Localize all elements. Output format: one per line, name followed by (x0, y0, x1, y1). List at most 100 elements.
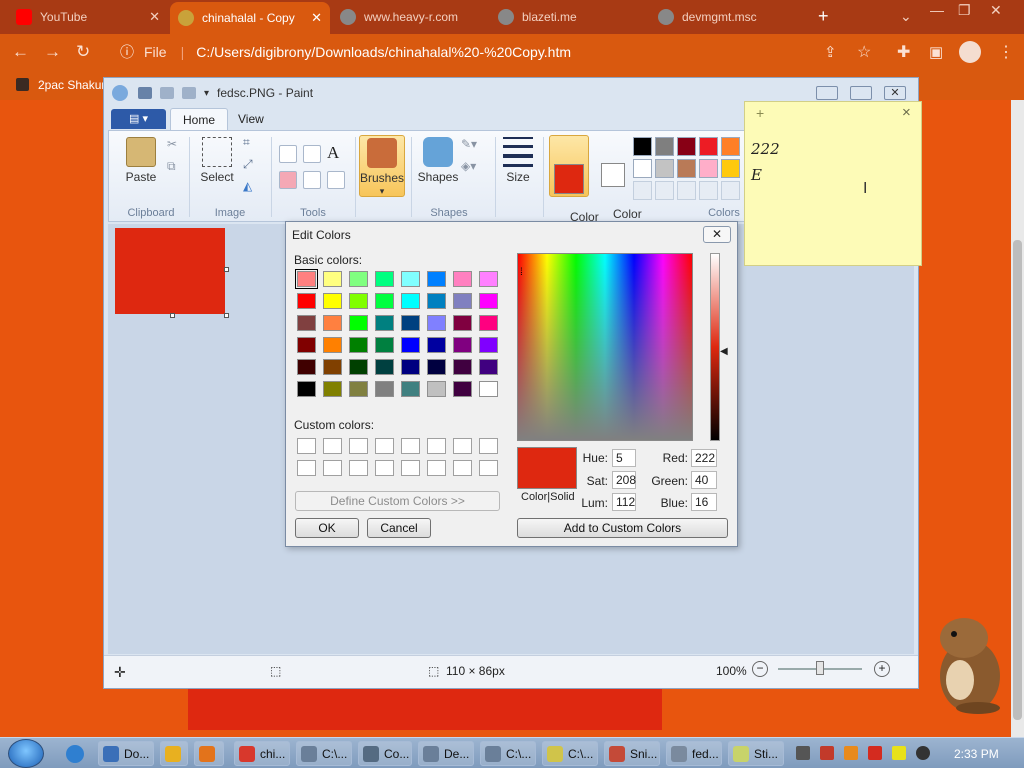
basic-color-swatch[interactable] (453, 293, 472, 309)
palette-swatch[interactable] (655, 159, 674, 178)
basic-color-swatch[interactable] (297, 359, 316, 375)
custom-color-swatch[interactable] (453, 460, 472, 476)
palette-swatch[interactable] (633, 137, 652, 156)
palette-swatch[interactable] (655, 137, 674, 156)
taskbar-button[interactable]: Sti... (728, 741, 784, 766)
tray-icon[interactable] (844, 746, 858, 760)
green-field[interactable]: 40 (691, 471, 717, 489)
zoom-out-button[interactable]: − (752, 661, 768, 677)
custom-color-swatch[interactable] (349, 460, 368, 476)
internet-explorer-icon[interactable] (66, 745, 84, 763)
tray-icon[interactable] (892, 746, 906, 760)
pencil-icon[interactable] (279, 145, 297, 163)
add-note-button[interactable]: + (756, 105, 764, 121)
basic-color-swatch[interactable] (479, 359, 498, 375)
basic-color-swatch[interactable] (323, 337, 342, 353)
save-icon[interactable] (138, 87, 152, 99)
tab-devmgmt[interactable]: devmgmt.msc (650, 4, 804, 30)
custom-color-swatch[interactable] (375, 438, 394, 454)
basic-color-swatch[interactable] (297, 337, 316, 353)
address-url[interactable]: C:/Users/digibrony/Downloads/chinahalal%… (196, 44, 571, 60)
flag-icon[interactable] (868, 746, 882, 760)
palette-empty-swatch[interactable] (655, 181, 674, 200)
new-tab-button[interactable]: + (818, 6, 829, 27)
basic-color-swatch[interactable] (349, 381, 368, 397)
resize-handle[interactable] (170, 313, 175, 318)
bookmark-2pac[interactable]: 2pac Shakur (38, 78, 105, 92)
custom-color-swatch[interactable] (323, 460, 342, 476)
tab-heavy[interactable]: www.heavy-r.com (332, 4, 486, 30)
basic-color-swatch[interactable] (479, 381, 498, 397)
forward-icon[interactable]: → (44, 42, 61, 62)
tab-view[interactable]: View (226, 108, 276, 130)
taskbar-button[interactable] (194, 741, 224, 766)
redo-icon[interactable] (182, 87, 196, 99)
define-custom-colors-button[interactable]: Define Custom Colors >> (295, 491, 500, 511)
magnifier-icon[interactable] (327, 171, 345, 189)
chevron-down-icon[interactable]: ⌄ (900, 8, 912, 25)
luminosity-slider[interactable] (710, 253, 720, 441)
add-to-custom-colors-button[interactable]: Add to Custom Colors (517, 518, 728, 538)
resize-handle[interactable] (224, 267, 229, 272)
dialog-close-button[interactable]: ✕ (703, 226, 731, 243)
tab-home[interactable]: Home (170, 108, 229, 130)
custom-color-swatch[interactable] (479, 460, 498, 476)
image-canvas[interactable] (115, 228, 225, 314)
fill-icon[interactable] (303, 145, 321, 163)
custom-color-swatch[interactable] (323, 438, 342, 454)
resize-icon[interactable]: ⤢ (243, 157, 253, 172)
basic-color-swatch[interactable] (453, 315, 472, 331)
select-button[interactable]: Select (195, 137, 239, 184)
share-icon[interactable]: ⇪ (824, 43, 837, 61)
outline-icon[interactable]: ✎▾ (461, 137, 477, 151)
rotate-icon[interactable]: ◭ (243, 179, 252, 193)
basic-color-swatch[interactable] (479, 293, 498, 309)
zoom-slider-thumb[interactable] (816, 661, 824, 675)
resize-handle[interactable] (224, 313, 229, 318)
copy-icon[interactable]: ⧉ (167, 159, 176, 174)
menu-kebab-icon[interactable]: ⋮ (998, 42, 1014, 62)
basic-color-swatch[interactable] (349, 293, 368, 309)
address-bar[interactable]: ⓘ File | C:/Users/digibrony/Downloads/ch… (108, 38, 808, 66)
info-icon[interactable]: ⓘ (120, 42, 134, 62)
basic-color-swatch[interactable] (453, 271, 472, 287)
color1-button[interactable]: Color 1 (549, 135, 599, 237)
profile-avatar[interactable] (959, 41, 981, 63)
palette-swatch[interactable] (721, 137, 740, 156)
basic-color-swatch[interactable] (401, 359, 420, 375)
maximize-button[interactable] (850, 86, 872, 100)
basic-color-swatch[interactable] (479, 271, 498, 287)
brushes-button[interactable]: Brushes ▾ (359, 135, 405, 197)
text-tool-icon[interactable]: A (327, 143, 339, 163)
basic-color-swatch[interactable] (453, 381, 472, 397)
palette-empty-swatch[interactable] (633, 181, 652, 200)
palette-swatch[interactable] (699, 137, 718, 156)
palette-swatch[interactable] (677, 159, 696, 178)
basic-color-swatch[interactable] (427, 315, 446, 331)
basic-color-swatch[interactable] (479, 337, 498, 353)
tray-icon[interactable] (820, 746, 834, 760)
tab-youtube[interactable]: YouTube ✕ (8, 4, 168, 30)
basic-color-swatch[interactable] (401, 315, 420, 331)
palette-swatch[interactable] (699, 159, 718, 178)
basic-color-swatch[interactable] (375, 359, 394, 375)
custom-color-swatch[interactable] (297, 460, 316, 476)
palette-swatch[interactable] (721, 159, 740, 178)
basic-color-swatch[interactable] (401, 293, 420, 309)
start-button[interactable] (8, 739, 44, 768)
eraser-icon[interactable] (279, 171, 297, 189)
close-tab-icon[interactable]: ✕ (149, 9, 160, 25)
taskbar-button[interactable]: C:\... (542, 741, 598, 766)
palette-swatch[interactable] (633, 159, 652, 178)
basic-color-swatch[interactable] (375, 293, 394, 309)
zoom-in-button[interactable]: + (874, 661, 890, 677)
taskbar-button[interactable]: C:\... (480, 741, 536, 766)
taskbar-button[interactable]: Sni... (604, 741, 660, 766)
basic-color-swatch[interactable] (479, 315, 498, 331)
custom-color-swatch[interactable] (401, 438, 420, 454)
basic-color-swatch[interactable] (323, 381, 342, 397)
taskbar-button[interactable] (160, 741, 188, 766)
basic-color-swatch[interactable] (375, 381, 394, 397)
taskbar-button[interactable]: chi... (234, 741, 290, 766)
side-panel-icon[interactable]: ▣ (929, 43, 943, 61)
